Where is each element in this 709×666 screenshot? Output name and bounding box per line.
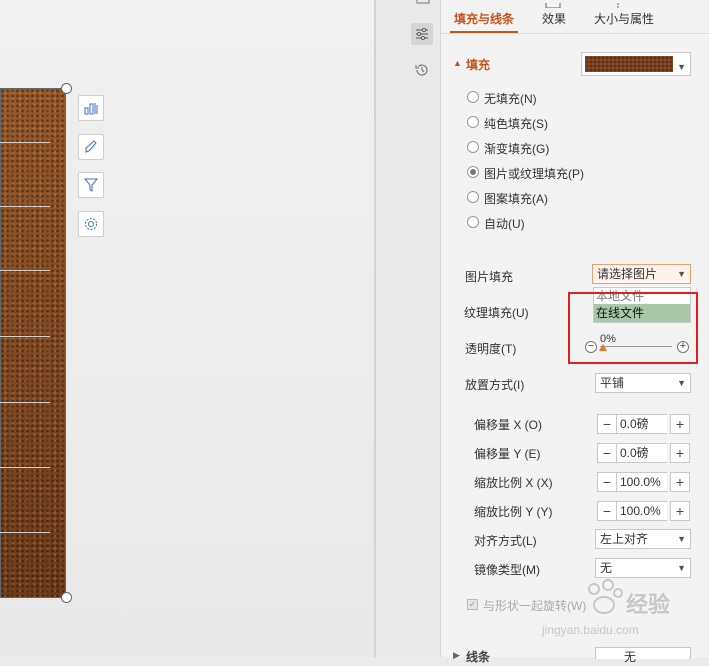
- filter-icon: [83, 178, 99, 192]
- tab-size-and-properties[interactable]: 大小与属性: [594, 10, 654, 27]
- table-line: [0, 270, 50, 271]
- picture-fill-label: 图片填充: [465, 270, 514, 284]
- table-line: [0, 532, 50, 533]
- radio-label: 图案填充(A): [484, 192, 548, 206]
- strip-top-button[interactable]: [412, 0, 434, 10]
- offset-y-input[interactable]: 0.0磅: [617, 443, 667, 463]
- offset-x-input[interactable]: 0.0磅: [617, 414, 667, 434]
- scale-x-input[interactable]: 100.0%: [617, 472, 667, 492]
- scale-x-label: 缩放比例 X (X): [474, 476, 553, 490]
- brush-icon: [85, 140, 97, 153]
- tab-effects[interactable]: 效果: [542, 10, 566, 27]
- picture-fill-value: 请选择图片: [597, 267, 658, 281]
- gear-icon: [85, 218, 97, 230]
- offset-y-increase[interactable]: +: [670, 443, 690, 463]
- history-button[interactable]: [411, 59, 433, 81]
- scale-x-decrease[interactable]: −: [597, 472, 617, 492]
- scale-y-decrease[interactable]: −: [597, 501, 617, 521]
- format-icon: [416, 0, 430, 4]
- radio-pattern-fill[interactable]: [467, 191, 479, 203]
- table-line: [0, 336, 50, 337]
- radio-no-fill[interactable]: [467, 91, 479, 103]
- alignment-label: 对齐方式(L): [474, 534, 537, 548]
- paw-logo-icon: [588, 579, 623, 614]
- tab-fill-and-line[interactable]: 填充与线条: [454, 10, 514, 27]
- chevron-down-icon: ▼: [677, 62, 686, 72]
- sliders-icon: [416, 28, 428, 40]
- offset-x-increase[interactable]: +: [670, 414, 690, 434]
- radio-label: 图片或纹理填充(P): [484, 167, 584, 181]
- property-panel-button[interactable]: [411, 23, 433, 45]
- table-line: [0, 467, 50, 468]
- scale-y-increase[interactable]: +: [670, 501, 690, 521]
- radio-auto[interactable]: [467, 216, 479, 228]
- chart-settings-button[interactable]: [78, 211, 104, 237]
- scale-y-input[interactable]: 100.0%: [617, 501, 667, 521]
- rotate-with-shape-checkbox[interactable]: ✓: [467, 599, 478, 610]
- highlight-annotation-box: [568, 292, 698, 364]
- history-icon: [415, 64, 428, 76]
- tab-separator: [441, 33, 709, 34]
- offset-y-label: 偏移量 Y (E): [474, 447, 541, 461]
- alignment-value: 左上对齐: [600, 532, 649, 546]
- table-line: [0, 142, 50, 143]
- placement-dropdown[interactable]: 平铺 ▼: [595, 373, 691, 393]
- line-value: 无: [624, 650, 637, 664]
- fill-section-title: 填充: [466, 58, 491, 72]
- resize-handle-bottom-right[interactable]: [61, 592, 72, 603]
- chevron-down-icon: ▼: [677, 378, 686, 388]
- bar-chart-icon: [84, 103, 98, 115]
- chart-elements-button[interactable]: [78, 95, 104, 121]
- radio-label: 自动(U): [484, 217, 525, 231]
- chart-filter-button[interactable]: [78, 172, 104, 198]
- texture-swatch: [585, 56, 673, 72]
- placement-label: 放置方式(I): [465, 378, 525, 392]
- offset-x-decrease[interactable]: −: [597, 414, 617, 434]
- side-toolstrip: [376, 0, 441, 657]
- mirror-value: 无: [600, 561, 613, 575]
- chevron-down-icon: ▼: [677, 534, 686, 544]
- active-tab-indicator: [450, 31, 518, 33]
- mirror-label: 镜像类型(M): [474, 563, 540, 577]
- radio-gradient-fill[interactable]: [467, 141, 479, 153]
- radio-picture-texture-fill[interactable]: [467, 166, 479, 178]
- watermark-text: 经验: [626, 592, 671, 617]
- transparency-label: 透明度(T): [465, 342, 517, 356]
- table-line: [0, 206, 50, 207]
- offset-y-decrease[interactable]: −: [597, 443, 617, 463]
- picture-fill-dropdown[interactable]: 请选择图片 ▼: [592, 264, 691, 284]
- size-tab-icon: [616, 0, 636, 8]
- radio-label: 渐变填充(G): [484, 142, 550, 156]
- table-line: [0, 402, 50, 403]
- placement-value: 平铺: [600, 376, 625, 390]
- effects-tab-icon: [542, 0, 566, 8]
- radio-label: 无填充(N): [484, 92, 537, 106]
- scale-x-increase[interactable]: +: [670, 472, 690, 492]
- fill-preview-dropdown[interactable]: ▼: [581, 52, 691, 76]
- chevron-down-icon: ▼: [677, 269, 686, 279]
- leather-textured-shape[interactable]: [0, 88, 66, 598]
- texture-fill-label: 纹理填充(U): [464, 306, 529, 320]
- scale-y-label: 缩放比例 Y (Y): [474, 505, 553, 519]
- watermark-url: jingyan.baidu.com: [542, 623, 639, 637]
- resize-handle-top-right[interactable]: [61, 83, 72, 94]
- radio-solid-fill[interactable]: [467, 116, 479, 128]
- radio-label: 纯色填充(S): [484, 117, 548, 131]
- offset-x-label: 偏移量 X (O): [474, 418, 542, 432]
- collapse-arrow-icon[interactable]: ▲: [453, 58, 462, 68]
- expand-arrow-icon[interactable]: ▶: [453, 650, 460, 661]
- alignment-dropdown[interactable]: 左上对齐 ▼: [595, 529, 691, 549]
- line-dropdown[interactable]: 无: [595, 647, 691, 664]
- chart-style-button[interactable]: [78, 134, 104, 160]
- baidu-jingyan-watermark: 经验 jingyan.baidu.com: [540, 575, 708, 641]
